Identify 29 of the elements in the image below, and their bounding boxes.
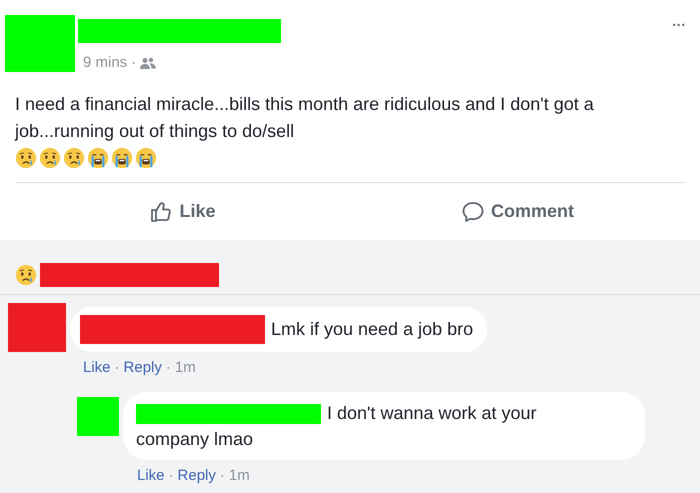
separator-dot: ·: [166, 358, 171, 378]
separator-dot: ·: [168, 466, 174, 486]
more-options-icon[interactable]: ...: [671, 5, 685, 35]
crying-face-icon: [63, 146, 85, 168]
sobbing-face-icon: [87, 146, 109, 168]
separator-dot: ·: [220, 466, 225, 486]
comment-button[interactable]: Comment: [350, 183, 685, 240]
comment-time: 1m: [228, 466, 250, 486]
comment-time: 1m: [174, 358, 196, 378]
thumbs-up-icon: [149, 200, 174, 224]
sobbing-face-icon: [135, 146, 157, 168]
comment-text: I don't wanna work at your company lmao: [136, 402, 538, 451]
reply-link[interactable]: Reply: [124, 357, 162, 380]
separator-dot: ·: [114, 358, 120, 378]
crying-face-icon: [15, 146, 37, 168]
like-link[interactable]: Like: [137, 464, 165, 487]
sobbing-face-icon: [111, 146, 133, 168]
friends-icon: [140, 56, 156, 70]
post-time: 9 mins: [83, 53, 128, 73]
like-button[interactable]: Like: [15, 183, 350, 240]
separator-dot: ·: [131, 53, 136, 73]
crying-face-icon: [15, 264, 37, 286]
speech-bubble-icon: [460, 200, 485, 224]
post-text: I need a financial miracle...bills this month are ridiculous and I don't got a job...running out of things to do/sell: [15, 92, 595, 143]
reply-link[interactable]: Reply: [178, 464, 216, 487]
avatar-redaction: [5, 15, 75, 72]
comment-text: Lmk if you need a job bro: [271, 318, 474, 341]
like-link[interactable]: Like: [83, 357, 111, 380]
crying-face-icon: [39, 146, 61, 168]
